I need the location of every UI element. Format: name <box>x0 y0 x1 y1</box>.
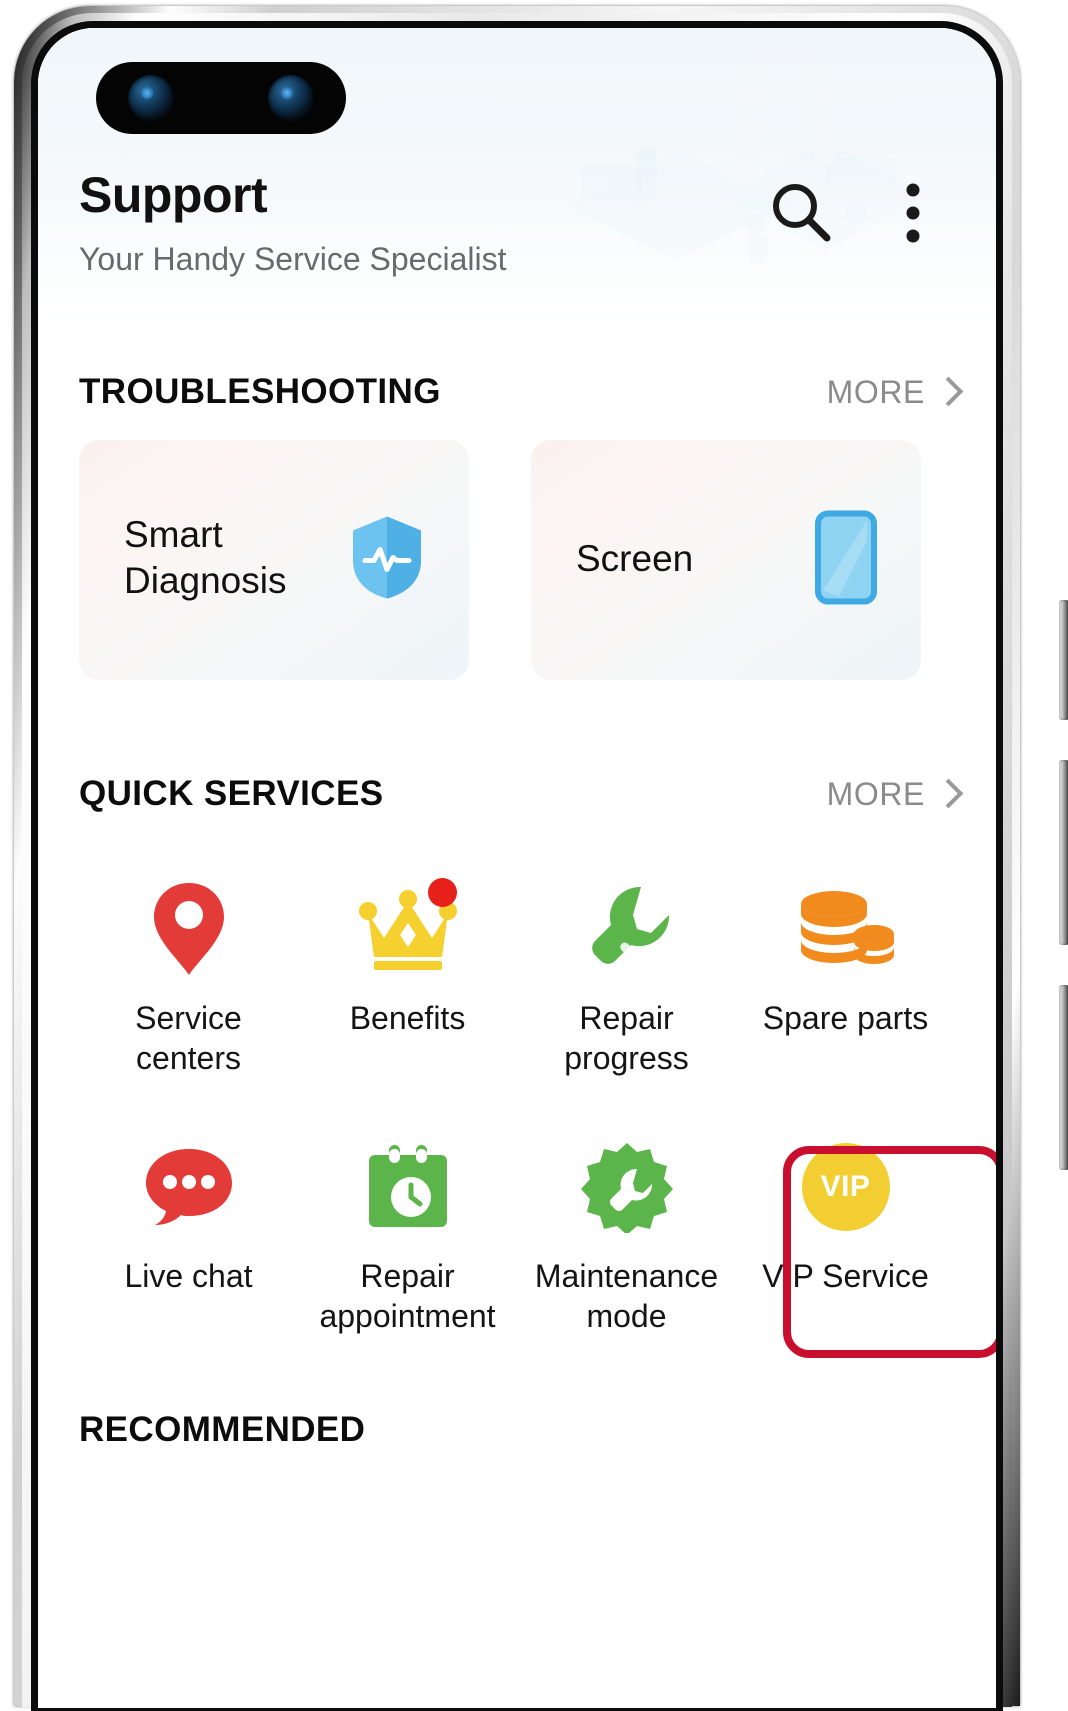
more-vertical-icon[interactable] <box>890 178 936 248</box>
support-app: Support Your Handy Service Specialist TR… <box>38 28 996 1708</box>
label-line1: Repair <box>360 1258 455 1294</box>
label-line2: appointment <box>319 1298 496 1334</box>
shield-pulse-icon <box>349 514 425 607</box>
more-label: MORE <box>826 775 925 812</box>
card-label: Smart Diagnosis <box>124 512 286 604</box>
vip-badge-icon: VIP <box>793 1134 899 1240</box>
quick-service-label: Live chat <box>81 1256 296 1296</box>
quick-service-maintenance-mode[interactable]: Maintenance mode <box>517 1126 736 1356</box>
quick-service-label: Repair appointment <box>300 1256 515 1336</box>
quick-service-spare-parts[interactable]: Spare parts <box>736 868 955 1098</box>
quick-services-section-header: QUICK SERVICES MORE <box>79 770 955 818</box>
phone-device-mockup: Support Your Handy Service Specialist TR… <box>0 0 1068 1711</box>
label-line1: Benefits <box>349 1000 466 1036</box>
label-line1: Service <box>135 1000 242 1036</box>
more-label: MORE <box>826 373 925 410</box>
troubleshooting-more-button[interactable]: MORE <box>827 368 955 416</box>
chat-bubble-icon <box>136 1134 242 1240</box>
quick-service-vip-service[interactable]: VIP VIP Service <box>736 1126 955 1356</box>
section-title-troubleshooting: TROUBLESHOOTING <box>79 372 441 411</box>
device-side-button-bottom[interactable] <box>1059 985 1068 1170</box>
label-line1: Repair <box>579 1000 674 1036</box>
header-watermark-illustration <box>566 46 866 264</box>
label-line2: progress <box>564 1040 689 1076</box>
quick-service-label: Service centers <box>81 998 296 1078</box>
quick-service-repair-progress[interactable]: Repair progress <box>517 868 736 1098</box>
quick-service-live-chat[interactable]: Live chat <box>79 1126 298 1356</box>
label-line1: Maintenance <box>534 1258 719 1294</box>
quick-service-label: VIP Service <box>738 1256 953 1296</box>
chevron-right-icon <box>937 377 955 407</box>
section-title-quick-services: QUICK SERVICES <box>79 774 384 813</box>
vip-icon-label: VIP <box>820 1170 871 1203</box>
gear-wrench-icon <box>574 1134 680 1240</box>
quick-service-benefits[interactable]: Benefits <box>298 868 517 1098</box>
label-line2: mode <box>586 1298 667 1334</box>
quick-service-label: Benefits <box>300 998 515 1038</box>
troubleshooting-card-smart-diagnosis[interactable]: Smart Diagnosis <box>79 440 469 680</box>
quick-service-label: Maintenance mode <box>519 1256 734 1336</box>
page-subtitle: Your Handy Service Specialist <box>79 241 507 277</box>
camera-punch-hole <box>96 62 346 134</box>
device-side-button-middle[interactable] <box>1059 760 1068 945</box>
page-title: Support <box>79 167 268 223</box>
label-line1: Spare parts <box>762 1000 929 1036</box>
troubleshooting-card-screen[interactable]: Screen <box>531 440 921 680</box>
phone-screen-icon <box>815 510 877 610</box>
quick-service-label: Spare parts <box>738 998 953 1038</box>
quick-service-label: Repair progress <box>519 998 734 1078</box>
card-label: Screen <box>576 536 693 582</box>
device-side-button-top[interactable] <box>1059 600 1068 720</box>
card-label-line1: Screen <box>576 538 694 579</box>
front-camera-lens-left <box>128 75 174 121</box>
chevron-right-icon <box>937 779 955 809</box>
card-label-line1: Smart <box>124 514 223 555</box>
wrench-icon <box>574 876 680 982</box>
troubleshooting-section-header: TROUBLESHOOTING MORE <box>79 368 955 416</box>
label-line1: Live chat <box>124 1258 253 1294</box>
crown-icon <box>355 876 461 982</box>
coin-stack-icon <box>793 876 899 982</box>
quick-services-more-button[interactable]: MORE <box>827 770 955 818</box>
quick-service-service-centers[interactable]: Service centers <box>79 868 298 1098</box>
vip-circle: VIP <box>801 1143 890 1231</box>
front-camera-lens-right <box>268 75 314 121</box>
label-line2: centers <box>136 1040 241 1076</box>
label-line1: VIP Service <box>762 1258 929 1294</box>
location-pin-icon <box>136 876 242 982</box>
section-title-recommended: RECOMMENDED <box>79 1410 366 1449</box>
notification-badge-dot <box>427 878 457 907</box>
calendar-clock-icon <box>355 1134 461 1240</box>
search-icon[interactable] <box>766 178 836 248</box>
recommended-section-header: RECOMMENDED <box>79 1406 955 1454</box>
quick-service-repair-appointment[interactable]: Repair appointment <box>298 1126 517 1356</box>
phone-screen: Support Your Handy Service Specialist TR… <box>38 28 996 1708</box>
card-label-line2: Diagnosis <box>124 560 287 601</box>
